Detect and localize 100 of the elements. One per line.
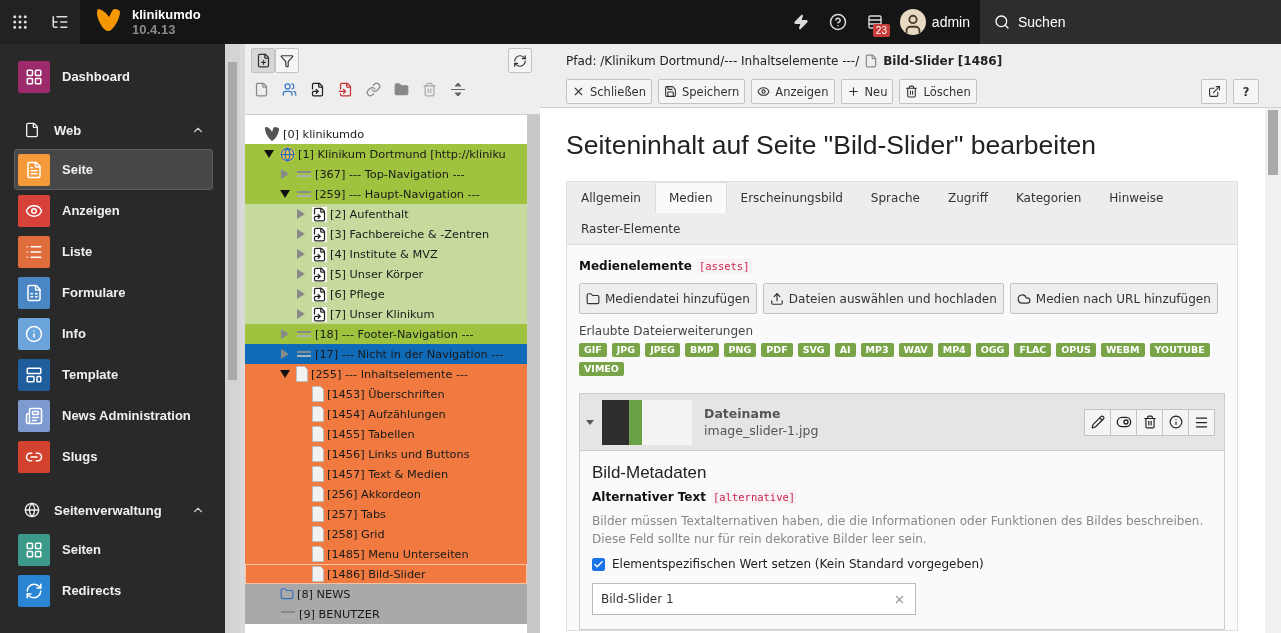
- tree-row[interactable]: [255] --- Inhaltselemente ---: [245, 364, 527, 384]
- module-item[interactable]: Slugs: [14, 436, 213, 477]
- tree-row[interactable]: [2] Aufenthalt: [245, 204, 527, 224]
- list-icon[interactable]: [51, 13, 69, 31]
- scrollbar[interactable]: [1265, 108, 1281, 633]
- scrollbar[interactable]: [225, 44, 240, 633]
- extension-badge: JPEG: [645, 343, 680, 357]
- collapse-arrow-icon[interactable]: [280, 190, 290, 198]
- toolbar-button[interactable]: Schließen: [566, 79, 652, 104]
- page-icon: [296, 366, 308, 382]
- toggle-button[interactable]: [1110, 408, 1137, 436]
- open-new-window-button[interactable]: [1201, 79, 1227, 104]
- tree-row[interactable]: [1485] Menu Unterseiten: [245, 544, 527, 564]
- module-group-header[interactable]: Web: [14, 111, 213, 149]
- media-button[interactable]: Medien nach URL hinzufügen: [1009, 283, 1218, 314]
- collapse-arrow-icon[interactable]: [264, 150, 274, 158]
- media-button[interactable]: Dateien auswählen und hochladen: [762, 283, 1004, 314]
- edit-button[interactable]: [1084, 408, 1111, 436]
- tree-row[interactable]: [259] --- Haupt-Navigation ---: [245, 184, 527, 204]
- tree-label: [3] Fachbereiche & -Zentren: [330, 227, 490, 241]
- shortcut-page-icon[interactable]: [310, 82, 325, 97]
- field-description: Bilder müssen Textalternativen haben, die die Informationen oder Funktionen des Bildes beschreiben. Diese Feld sollte nur für rein dekorative Bilder leer sein.: [592, 513, 1205, 548]
- tree-label: [1] Klinikum Dortmund [http://kliniku: [298, 147, 506, 161]
- module-item[interactable]: Liste: [14, 231, 213, 272]
- tree-row[interactable]: [9] BENUTZER: [245, 604, 527, 624]
- input-field[interactable]: Bild-Slider 1: [592, 583, 916, 615]
- info-button[interactable]: [1162, 408, 1189, 436]
- refresh-button[interactable]: [508, 48, 532, 73]
- tree-row[interactable]: [7] Unser Klinikum: [245, 304, 527, 324]
- lightning-icon[interactable]: [793, 14, 810, 30]
- page-icon[interactable]: [254, 82, 269, 97]
- tree-row[interactable]: [18] --- Footer-Navigation ---: [245, 324, 527, 344]
- tree-row[interactable]: [4] Institute & MVZ: [245, 244, 527, 264]
- tree-row[interactable]: [367] --- Top-Navigation ---: [245, 164, 527, 184]
- eye-icon: [757, 85, 771, 98]
- link-icon[interactable]: [366, 82, 381, 97]
- collapse-arrow-icon[interactable]: [280, 370, 290, 378]
- folder-icon[interactable]: [394, 82, 409, 97]
- pencil-icon: [1090, 415, 1105, 429]
- separator-icon: [296, 350, 312, 358]
- tree-row[interactable]: [5] Unser Körper: [245, 264, 527, 284]
- toolbar-button[interactable]: Speichern: [658, 79, 746, 104]
- module-item[interactable]: Info: [14, 313, 213, 354]
- tab[interactable]: Kategorien: [1001, 182, 1096, 213]
- help-icon[interactable]: [829, 13, 848, 31]
- module-item[interactable]: Template: [14, 354, 213, 395]
- module-item[interactable]: Anzeigen: [14, 190, 213, 231]
- media-button[interactable]: Mediendatei hinzufügen: [579, 283, 757, 314]
- tree-row[interactable]: [257] Tabs: [245, 504, 527, 524]
- tree-row[interactable]: [0] klinikumdo: [245, 124, 527, 144]
- clear-icon[interactable]: [893, 593, 906, 606]
- tree-row[interactable]: [8] NEWS: [245, 584, 527, 604]
- tree-row[interactable]: [1453] Überschriften: [245, 384, 527, 404]
- page-title: Seiteninhalt auf Seite "Bild-Slider" bearbeiten: [566, 130, 1097, 161]
- toolbar-button[interactable]: Löschen: [899, 79, 977, 104]
- tree-row[interactable]: [1455] Tabellen: [245, 424, 527, 444]
- tab[interactable]: Sprache: [856, 182, 934, 213]
- link-page-icon[interactable]: [338, 82, 353, 97]
- shortcut-page-icon: [312, 286, 327, 302]
- menu-button[interactable]: [1188, 408, 1215, 436]
- module-item[interactable]: News Administration: [14, 395, 213, 436]
- tab[interactable]: Medien: [654, 182, 727, 213]
- module-item[interactable]: Formulare: [14, 272, 213, 313]
- tab[interactable]: Erscheinungsbild: [726, 182, 857, 213]
- scrollbar[interactable]: [527, 115, 540, 633]
- tab[interactable]: Hinweise: [1095, 182, 1178, 213]
- module-item[interactable]: Seite: [14, 149, 213, 190]
- app-grid-icon[interactable]: [11, 13, 29, 31]
- tree-row[interactable]: [6] Pflege: [245, 284, 527, 304]
- checkbox[interactable]: [592, 557, 605, 571]
- tree-row[interactable]: [1456] Links und Buttons: [245, 444, 527, 464]
- caret-icon[interactable]: [586, 419, 594, 425]
- new-page-button[interactable]: [251, 48, 275, 73]
- separator-icon[interactable]: [450, 82, 466, 97]
- field-label: Alternativer Text: [592, 490, 706, 504]
- module-item[interactable]: Redirects: [14, 570, 213, 611]
- tree-row[interactable]: [1457] Text & Medien: [245, 464, 527, 484]
- tree-row[interactable]: [1] Klinikum Dortmund [http://kliniku: [245, 144, 527, 164]
- search-button[interactable]: Suchen: [980, 0, 1281, 44]
- toolbar-button[interactable]: Anzeigen: [751, 79, 835, 104]
- user-menu[interactable]: admin: [893, 0, 980, 44]
- module-item[interactable]: Seiten: [14, 529, 213, 570]
- tab[interactable]: Raster-Elemente: [567, 213, 695, 244]
- version-label: 10.4.13: [132, 22, 177, 37]
- module-group-header[interactable]: Seitenverwaltung: [14, 491, 213, 529]
- tree-row[interactable]: [1486] Bild-Slider: [245, 564, 527, 584]
- tree-row[interactable]: [258] Grid: [245, 524, 527, 544]
- help-button[interactable]: ?: [1233, 79, 1259, 104]
- refresh-icon: [513, 53, 527, 68]
- module-item[interactable]: Dashboard: [14, 56, 213, 97]
- user-page-icon[interactable]: [282, 82, 297, 97]
- filter-button[interactable]: [275, 48, 299, 73]
- tab[interactable]: Allgemein: [567, 182, 655, 213]
- delete-button[interactable]: [1136, 408, 1163, 436]
- tree-row[interactable]: [1454] Aufzählungen: [245, 404, 527, 424]
- page-icon: [312, 406, 324, 422]
- tab[interactable]: Zugriff: [933, 182, 1002, 213]
- tree-row[interactable]: [256] Akkordeon: [245, 484, 527, 504]
- tree-row[interactable]: [3] Fachbereiche & -Zentren: [245, 224, 527, 244]
- toolbar-button[interactable]: Neu: [840, 79, 894, 104]
